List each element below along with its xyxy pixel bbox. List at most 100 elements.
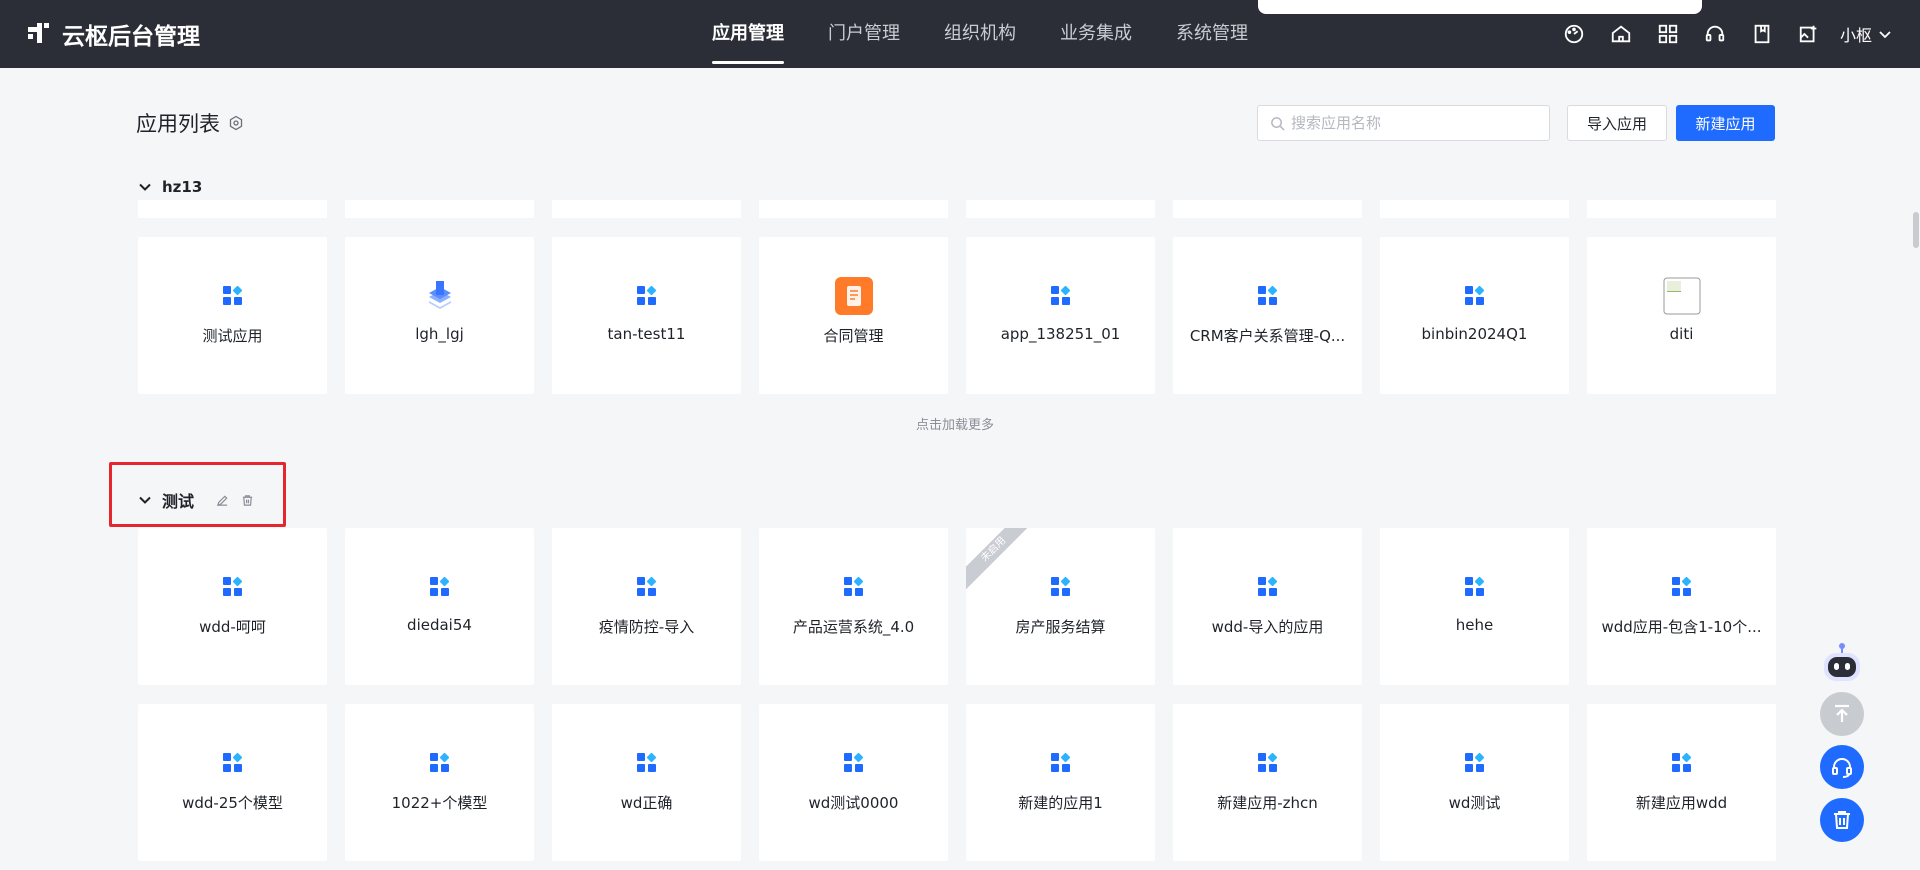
headset-icon [1832, 758, 1852, 778]
app-grid-icon [213, 277, 252, 315]
app-name: wd正确 [620, 794, 673, 812]
app-name: wdd-导入的应用 [1211, 618, 1324, 636]
chevron-down-icon [1879, 31, 1891, 39]
app-card[interactable]: 新建应用wdd [1587, 704, 1776, 861]
trash-icon [1834, 811, 1850, 829]
import-app-button[interactable]: 导入应用 [1567, 105, 1667, 141]
app-card[interactable]: wdd-25个模型 [138, 704, 327, 861]
app-card[interactable]: lgh_lgj [345, 237, 534, 394]
image-export-icon[interactable] [1795, 20, 1822, 47]
scrollbar-thumb[interactable] [1913, 212, 1919, 248]
app-grid-icon [1248, 277, 1287, 315]
app-card[interactable]: tan-test11 [552, 237, 741, 394]
app-card[interactable]: 测试应用 [138, 237, 327, 394]
dashboard-icon[interactable] [1560, 20, 1587, 47]
app-card[interactable]: 新建应用-zhcn [1173, 704, 1362, 861]
app-name: diti [1669, 325, 1694, 343]
main-nav: 应用管理 门户管理 组织机构 业务集成 系统管理 [690, 0, 1270, 68]
app-grid-icon [1041, 744, 1080, 782]
app-card[interactable]: 产品运营系统_4.0 [759, 528, 948, 685]
app-card[interactable]: binbin2024Q1 [1380, 237, 1569, 394]
broken-image-icon [1663, 277, 1701, 315]
app-document-icon [834, 277, 873, 315]
group-header-test[interactable]: 测试 [138, 488, 254, 512]
app-card[interactable]: CRM客户关系管理-Q... [1173, 237, 1362, 394]
app-name: wd测试 [1448, 794, 1501, 812]
back-to-top-button[interactable] [1820, 692, 1864, 736]
app-card[interactable]: wdd应用-包含1-10个... [1587, 528, 1776, 685]
app-card[interactable]: app_138251_01 [966, 237, 1155, 394]
nav-business-integration[interactable]: 业务集成 [1038, 0, 1154, 68]
app-card[interactable]: 未启用 房产服务结算 [966, 528, 1155, 685]
app-card[interactable]: diedai54 [345, 528, 534, 685]
trash-icon[interactable] [241, 494, 254, 507]
headset-icon[interactable] [1701, 20, 1728, 47]
book-icon[interactable] [1748, 20, 1775, 47]
dropdown-popup-edge [1258, 0, 1702, 14]
app-grid-icon [420, 744, 459, 782]
app-name: 测试应用 [202, 327, 263, 345]
customer-service-button[interactable] [1820, 745, 1864, 789]
app-card[interactable]: wdd-导入的应用 [1173, 528, 1362, 685]
app-grid-icon [1041, 568, 1080, 606]
group-actions [216, 494, 254, 507]
user-menu[interactable]: 小枢 [1840, 20, 1892, 48]
partial-card-row [138, 200, 1776, 218]
app-grid-icon [1662, 744, 1701, 782]
settings-hex-icon[interactable] [228, 115, 244, 131]
app-card[interactable]: wd测试 [1380, 704, 1569, 861]
app-card[interactable]: wd正确 [552, 704, 741, 861]
app-name: lgh_lgj [415, 325, 464, 343]
load-more-link[interactable]: 点击加载更多 [916, 414, 994, 433]
app-grid-icon [627, 568, 666, 606]
app-card[interactable]: diti [1587, 237, 1776, 394]
app-grid-icon [1455, 744, 1494, 782]
app-grid-icon [627, 277, 666, 315]
app-card[interactable]: hehe [1380, 528, 1569, 685]
app-grid-icon [1662, 568, 1701, 606]
partial-card [1587, 200, 1776, 218]
app-card[interactable]: wdd-呵呵 [138, 528, 327, 685]
recycle-bin-button[interactable] [1820, 798, 1864, 842]
app-card[interactable]: 1022+个模型 [345, 704, 534, 861]
group-name: 测试 [162, 492, 195, 511]
partial-card [138, 200, 327, 218]
edit-pencil-icon[interactable] [216, 494, 229, 507]
app-name: wdd应用-包含1-10个... [1601, 618, 1762, 636]
app-card[interactable]: 新建的应用1 [966, 704, 1155, 861]
top-toolbar [1560, 20, 1822, 47]
new-app-button[interactable]: 新建应用 [1676, 105, 1775, 141]
app-grid-icon [420, 568, 459, 606]
robot-assistant-icon[interactable] [1819, 640, 1865, 686]
search-box[interactable] [1257, 105, 1550, 141]
partial-card [759, 200, 948, 218]
partial-card [1380, 200, 1569, 218]
chevron-down-icon [139, 496, 151, 504]
app-name: wdd-25个模型 [182, 794, 283, 812]
app-grid-icon [213, 744, 252, 782]
app-name: tan-test11 [607, 325, 686, 343]
nav-system-management[interactable]: 系统管理 [1154, 0, 1270, 68]
nav-app-management[interactable]: 应用管理 [690, 0, 806, 68]
app-card[interactable]: 疫情防控-导入 [552, 528, 741, 685]
app-name: 房产服务结算 [1015, 618, 1106, 636]
group-name: hz13 [162, 178, 203, 196]
app-grid-icon [834, 744, 873, 782]
app-title: 云枢后台管理 [62, 24, 200, 50]
app-logo[interactable]: 云枢后台管理 [26, 18, 200, 50]
app-card[interactable]: wd测试0000 [759, 704, 948, 861]
logo-icon [28, 23, 49, 43]
app-card[interactable]: 合同管理 [759, 237, 948, 394]
group-header-hz13[interactable]: hz13 [138, 178, 202, 196]
search-input[interactable] [1291, 114, 1531, 132]
partial-card [552, 200, 741, 218]
app-name: 1022+个模型 [391, 794, 488, 812]
app-name: 合同管理 [823, 327, 884, 345]
page-title-text: 应用列表 [136, 112, 220, 136]
nav-organization[interactable]: 组织机构 [922, 0, 1038, 68]
app-name: 产品运营系统_4.0 [792, 618, 915, 636]
apps-grid-icon[interactable] [1654, 20, 1681, 47]
nav-portal-management[interactable]: 门户管理 [806, 0, 922, 68]
home-icon[interactable] [1607, 20, 1634, 47]
app-name: hehe [1455, 616, 1494, 634]
